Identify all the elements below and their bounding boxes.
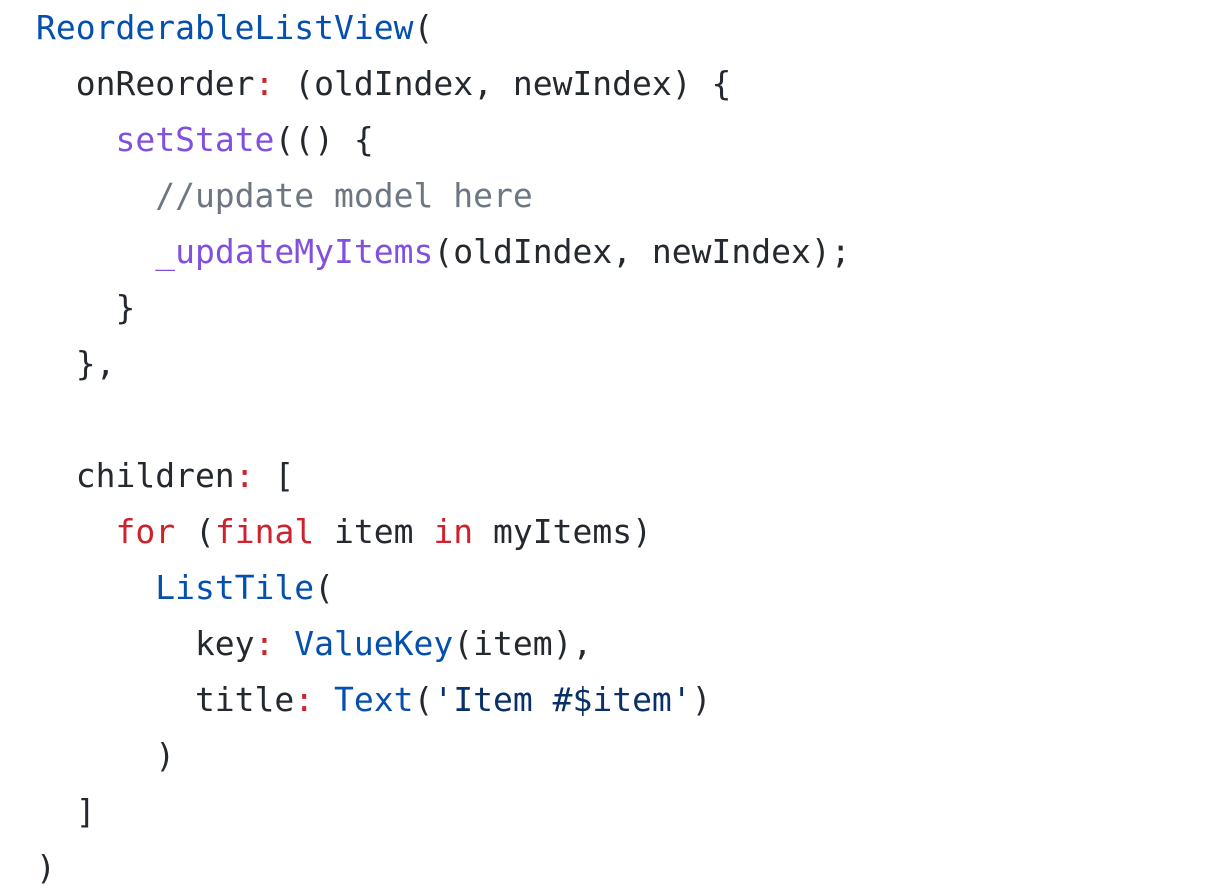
code-line: } [36,283,1229,339]
code-token: ) [36,736,176,775]
code-token: 'Item #$item' [433,680,692,719]
code-token: (oldIndex, newIndex); [433,232,851,271]
code-line: ) [36,843,1229,894]
code-token: ] [36,792,96,831]
code-token: ListTile [155,568,315,607]
code-line: ReorderableListView( [36,3,1229,59]
code-token: ( [314,568,335,607]
code-token: (oldIndex, newIndex) { [274,64,732,103]
code-token: ValueKey [294,624,454,663]
code-token: //update model here [36,176,533,215]
code-block: ReorderableListView( onReorder: (oldInde… [0,0,1229,894]
code-token: _updateMyItems [155,232,434,271]
code-token: children [36,456,235,495]
code-line: setState(() { [36,115,1229,171]
code-token: onReorder [36,64,255,103]
code-line: title: Text('Item #$item') [36,675,1229,731]
code-line: key: ValueKey(item), [36,619,1229,675]
code-token: ( [175,512,215,551]
code-token: [ [254,456,295,495]
code-token: setState [115,120,275,159]
code-token: ) [691,680,712,719]
code-token: in [433,512,474,551]
code-token: for [115,512,176,551]
code-token: item [314,512,434,551]
code-line: ​ [36,395,1229,451]
code-line: ) [36,731,1229,787]
code-line: //update model here [36,171,1229,227]
code-line: _updateMyItems(oldIndex, newIndex); [36,227,1229,283]
code-token: : [234,456,255,495]
code-token: ( [413,680,434,719]
code-line: }, [36,339,1229,395]
code-token: }, [36,344,116,383]
code-line: onReorder: (oldIndex, newIndex) { [36,59,1229,115]
code-token: final [214,512,315,551]
code-token: ) [36,848,56,887]
code-token: title [36,680,295,719]
code-token: ReorderableListView [36,8,414,47]
code-token: Text [334,680,414,719]
code-token: myItems) [473,512,652,551]
code-token: } [36,288,136,327]
code-token: (() { [274,120,374,159]
code-token: : [294,680,315,719]
code-line: ListTile( [36,563,1229,619]
code-line: ] [36,787,1229,843]
code-token: key [36,624,255,663]
code-token: ( [413,8,434,47]
code-token: (item), [453,624,593,663]
code-token: : [254,624,275,663]
code-line: children: [ [36,451,1229,507]
code-line: for (final item in myItems) [36,507,1229,563]
code-token: : [254,64,275,103]
